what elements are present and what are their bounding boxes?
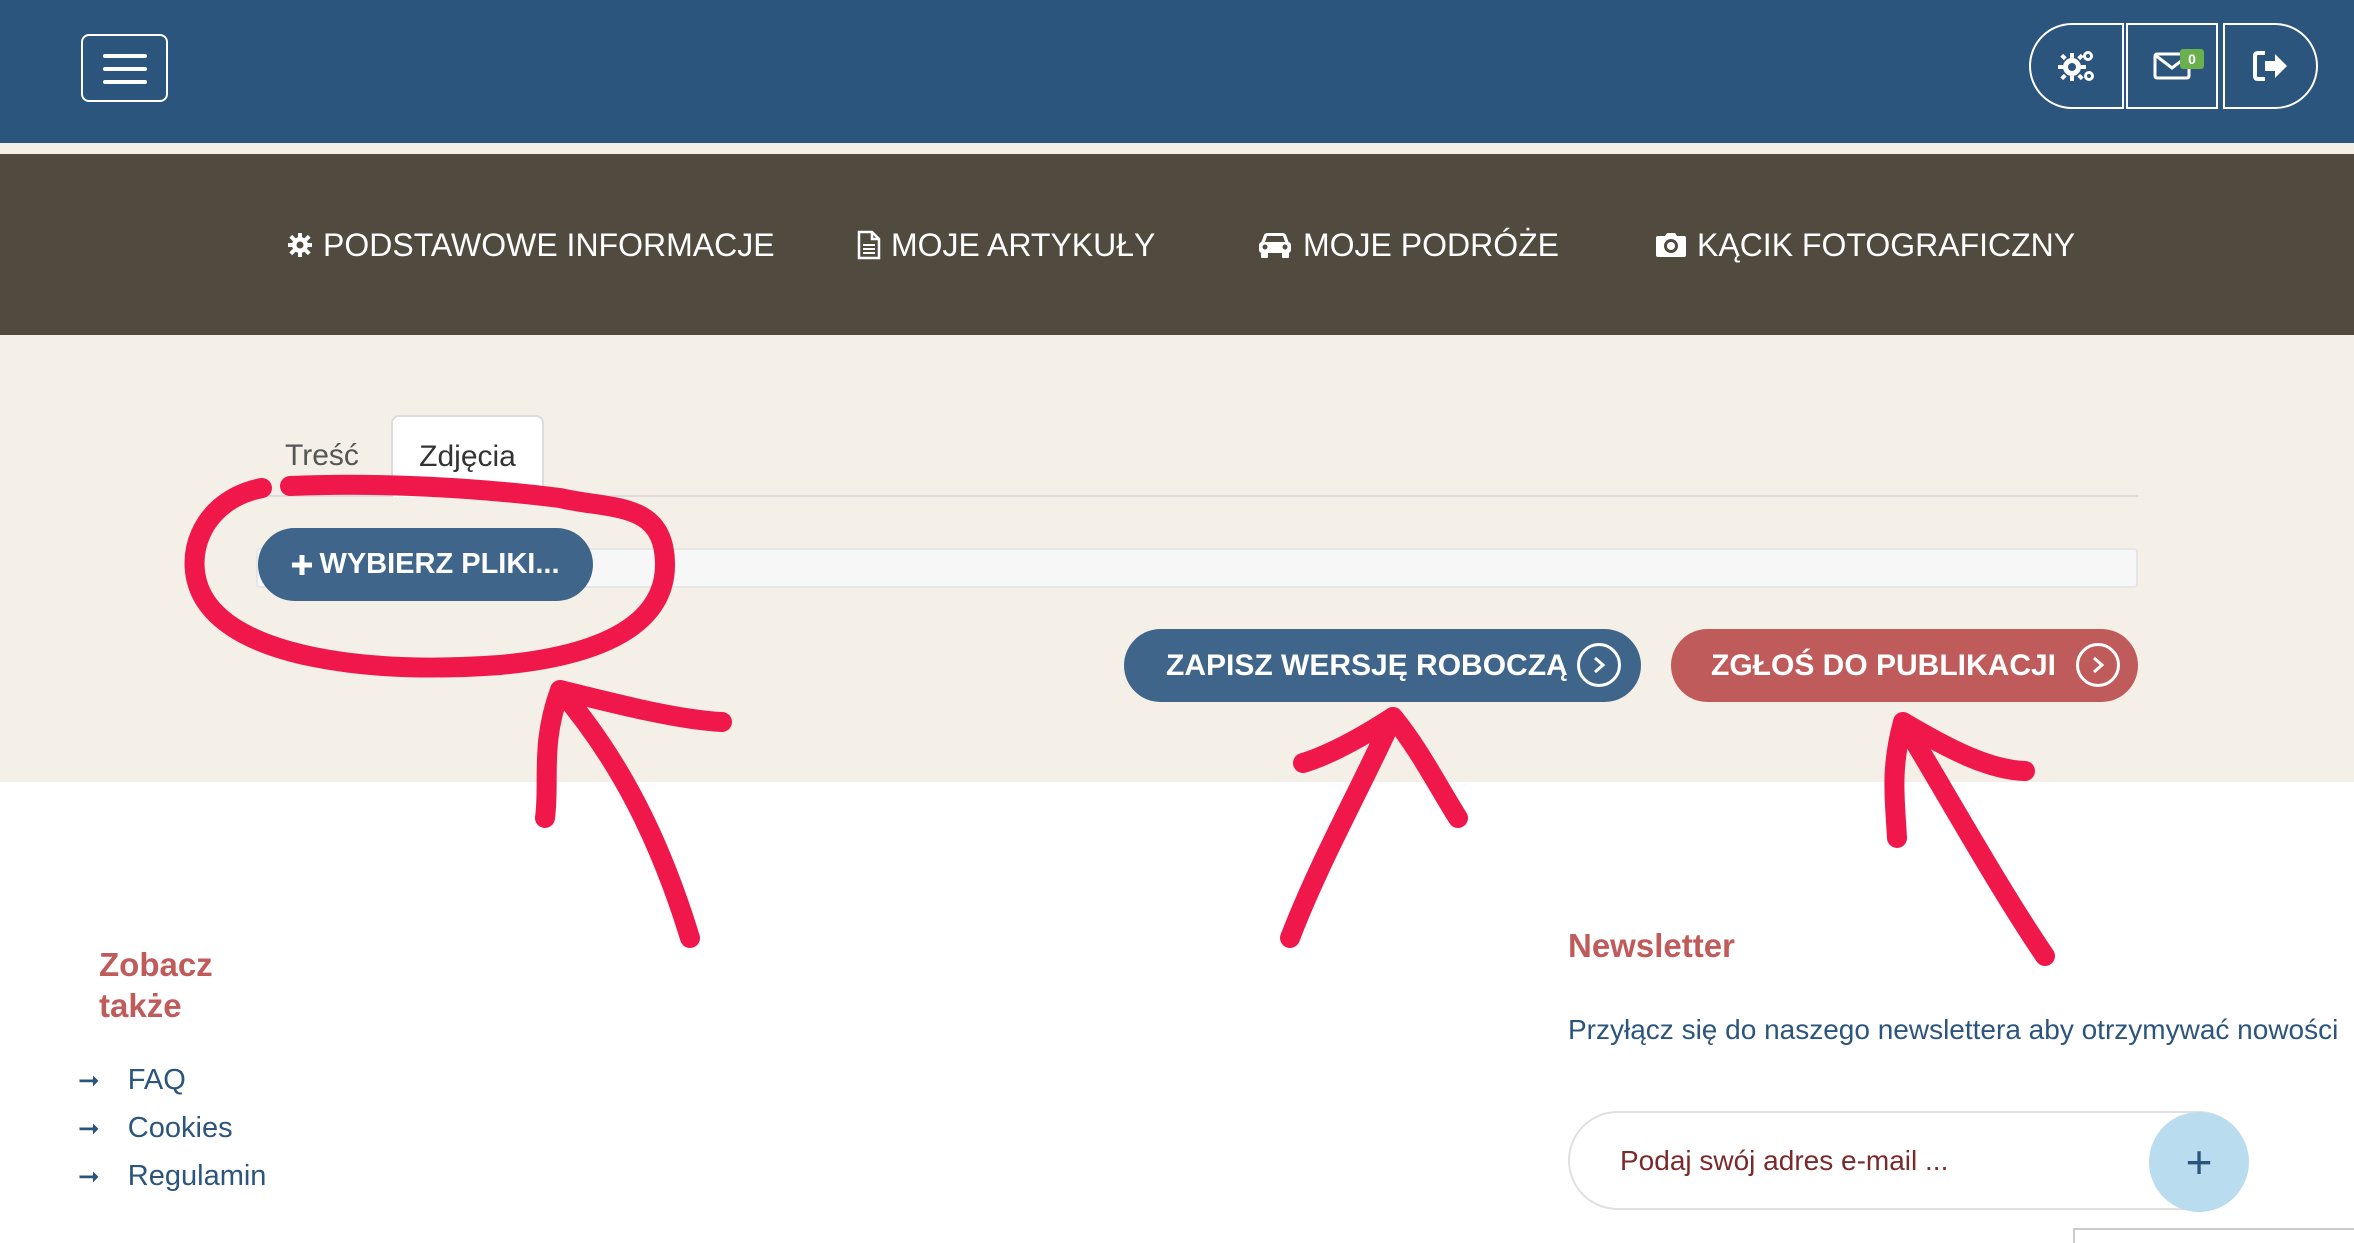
newsletter-description: Przyłącz się do naszego newslettera aby … xyxy=(1568,1014,2339,1045)
settings-button[interactable] xyxy=(2029,23,2124,109)
footer-link-regulamin[interactable]: ➞ Regulamin xyxy=(78,1156,266,1196)
camera-icon xyxy=(1656,233,1686,257)
nav-my-articles[interactable]: MOJE ARTYKUŁY xyxy=(857,225,1155,265)
top-bar-divider xyxy=(0,143,2354,154)
submit-for-publication-button[interactable]: ZGŁOŚ DO PUBLIKACJI xyxy=(1671,629,2138,702)
save-draft-button[interactable]: ZAPISZ WERSJĘ ROBOCZĄ xyxy=(1124,629,1641,702)
nav-basic-info-label: PODSTAWOWE INFORMACJE xyxy=(323,226,775,263)
nav-photo-corner[interactable]: KĄCIK FOTOGRAFICZNY xyxy=(1655,225,2075,265)
top-bar xyxy=(0,0,2354,143)
hamburger-menu-icon[interactable] xyxy=(81,34,168,102)
arrow-right-icon: ➞ xyxy=(78,1160,100,1191)
choose-files-button[interactable]: WYBIERZ PLIKI... xyxy=(258,528,593,601)
newsletter-email-input[interactable]: Podaj swój adres e-mail ... xyxy=(1568,1111,2248,1210)
tab-content[interactable]: Treść xyxy=(268,415,376,497)
footer-link-cookies-label: Cookies xyxy=(127,1111,233,1144)
submit-for-publication-label: ZGŁOŚ DO PUBLIKACJI xyxy=(1711,648,2057,682)
chevron-right-icon xyxy=(1577,643,1621,687)
plus-icon: + xyxy=(2185,1136,2213,1188)
newsletter-email-placeholder: Podaj swój adres e-mail ... xyxy=(1620,1144,1949,1176)
document-icon xyxy=(857,230,881,260)
choose-files-label: WYBIERZ PLIKI... xyxy=(319,548,560,580)
messages-button[interactable]: 0 xyxy=(2126,23,2218,109)
nav-my-articles-label: MOJE ARTYKUŁY xyxy=(891,226,1156,263)
nav-photo-corner-label: KĄCIK FOTOGRAFICZNY xyxy=(1697,226,2076,263)
nav-my-travels-label: MOJE PODRÓŻE xyxy=(1303,226,1560,263)
tab-photos[interactable]: Zdjęcia xyxy=(391,415,544,497)
nav-my-travels[interactable]: MOJE PODRÓŻE xyxy=(1257,225,1559,265)
newsletter-subscribe-button[interactable]: + xyxy=(2149,1112,2249,1212)
sign-out-icon xyxy=(2252,51,2287,81)
corner-widget xyxy=(2073,1228,2354,1243)
footer-link-regulamin-label: Regulamin xyxy=(127,1159,267,1192)
save-draft-label: ZAPISZ WERSJĘ ROBOCZĄ xyxy=(1166,648,1568,682)
cog-icon xyxy=(288,233,312,257)
see-also-title: Zobacz także xyxy=(99,946,213,1024)
arrow-right-icon: ➞ xyxy=(78,1112,100,1143)
logout-button[interactable] xyxy=(2223,23,2318,109)
newsletter-title: Newsletter xyxy=(1568,927,1735,964)
footer-link-faq[interactable]: ➞ FAQ xyxy=(78,1060,186,1100)
messages-count-badge: 0 xyxy=(2180,49,2204,69)
gears-icon xyxy=(2057,51,2094,81)
car-icon xyxy=(1259,233,1291,258)
arrow-right-icon: ➞ xyxy=(78,1064,100,1095)
chevron-right-icon xyxy=(2076,643,2120,687)
plus-icon xyxy=(292,554,313,575)
nav-basic-info[interactable]: PODSTAWOWE INFORMACJE xyxy=(287,225,775,265)
footer-link-cookies[interactable]: ➞ Cookies xyxy=(78,1108,233,1148)
footer-link-faq-label: FAQ xyxy=(127,1063,186,1096)
